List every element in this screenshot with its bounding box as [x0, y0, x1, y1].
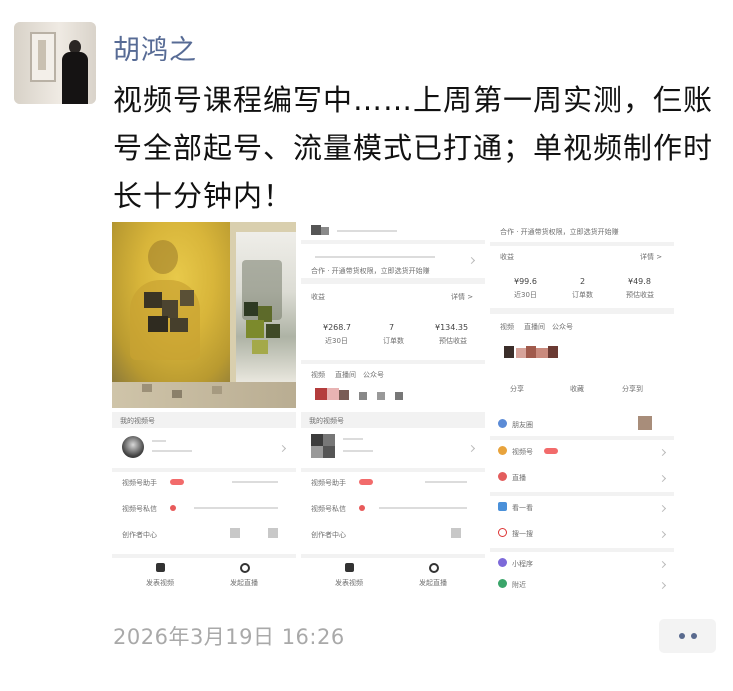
menu-item[interactable]: 朋友圈 [512, 420, 533, 430]
post-video-button[interactable]: 发表视频 [335, 578, 363, 588]
new-badge [170, 479, 184, 485]
details-link[interactable]: 详情 > [451, 292, 473, 302]
live-icon[interactable] [429, 563, 439, 573]
start-live-button[interactable]: 发起直播 [230, 578, 258, 588]
row-label[interactable]: 视频号私信 [122, 504, 157, 514]
camera-icon[interactable] [156, 563, 165, 572]
panel-header: 我的视频号 [120, 417, 155, 425]
unread-dot [170, 505, 176, 511]
details-link[interactable]: 详情 > [640, 252, 662, 262]
section-title: 收益 [311, 293, 325, 301]
stat-label: 近30日 [514, 291, 537, 299]
post-text: 视频号课程编写中……上周第一周实测，仨账号全部起号、流量模式已打通；单视频制作时… [113, 83, 714, 213]
stat-value: ¥49.8 [628, 277, 651, 286]
grid-image-6[interactable]: 朋友圈 视频号 直播 看一看 搜一搜 小程序 附近 [490, 412, 674, 597]
tab-video[interactable]: 视频 [500, 322, 514, 332]
grid-image-4[interactable]: 我的视频号 视频号助手 视频号私信 创作者中心 发表视频 发起直播 [112, 412, 296, 597]
tab-account[interactable]: 公众号 [363, 370, 384, 380]
tab-live[interactable]: 直播间 [335, 370, 356, 380]
menu-item[interactable]: 直播 [512, 473, 526, 483]
banner-text: 合作 · 开通带货权限，立即选货开始赚 [500, 228, 619, 236]
stat-label: 预估收益 [626, 291, 654, 299]
mosaic-blur [638, 416, 652, 430]
post-timestamp: 2026年3月19日 16:26 [113, 625, 345, 649]
profile-avatar[interactable] [122, 436, 144, 458]
stat-value: ¥268.7 [323, 323, 351, 332]
row-label[interactable]: 视频号私信 [311, 504, 346, 514]
more-button[interactable] [659, 619, 716, 653]
nearby-icon [498, 579, 507, 588]
menu-item[interactable]: 看一看 [512, 503, 533, 513]
panel-header: 我的视频号 [309, 417, 344, 425]
camera-icon[interactable] [345, 563, 354, 572]
menu-item[interactable]: 附近 [512, 580, 526, 590]
stat-value: 2 [580, 277, 586, 286]
row-label[interactable]: 创作者中心 [122, 530, 157, 540]
menu-item[interactable]: 小程序 [512, 559, 533, 569]
author-avatar[interactable] [14, 22, 96, 104]
stat-value: ¥134.35 [435, 323, 469, 332]
avatar-person [62, 40, 88, 104]
grid-image-3[interactable]: 合作 · 开通带货权限，立即选货开始赚 收益 详情 > ¥99.6 近30日 2… [490, 222, 674, 408]
section-title: 收益 [500, 253, 514, 261]
look-icon [498, 502, 507, 511]
grid-image-1[interactable] [112, 222, 296, 408]
unread-dot [359, 505, 365, 511]
more-dots-icon [690, 633, 697, 639]
menu-item[interactable]: 视频号 [512, 447, 533, 457]
banner-text: 合作 · 开通带货权限，立即选货开始赚 [311, 267, 430, 275]
stat-label: 订单数 [383, 337, 404, 345]
more-dots-icon [678, 633, 685, 639]
new-badge [359, 479, 373, 485]
grid-image-2[interactable]: 合作 · 开通带货权限，立即选货开始赚 收益 详情 > ¥268.7 近30日 … [301, 222, 485, 408]
tab-video[interactable]: 视频 [311, 370, 325, 380]
stat-value: ¥99.6 [514, 277, 537, 286]
new-badge [544, 448, 558, 454]
menu-item[interactable]: 搜一搜 [512, 529, 533, 539]
start-live-button[interactable]: 发起直播 [419, 578, 447, 588]
avatar-painting [30, 32, 56, 82]
image-grid: 合作 · 开通带货权限，立即选货开始赚 收益 详情 > ¥268.7 近30日 … [112, 222, 674, 597]
moments-icon [498, 419, 507, 428]
stat-label: 订单数 [572, 291, 593, 299]
search-icon [498, 528, 507, 537]
mini-program-icon [498, 558, 507, 567]
action-share-to[interactable]: 分享到 [622, 384, 643, 394]
row-label[interactable]: 视频号助手 [311, 478, 346, 488]
tab-live[interactable]: 直播间 [524, 322, 545, 332]
stat-value: 7 [389, 323, 395, 332]
row-label[interactable]: 创作者中心 [311, 530, 346, 540]
post-video-button[interactable]: 发表视频 [146, 578, 174, 588]
author-name[interactable]: 胡鸿之 [113, 28, 197, 67]
grid-image-5[interactable]: 我的视频号 视频号助手 视频号私信 创作者中心 发表视频 发起直播 [301, 412, 485, 597]
live-icon [498, 472, 507, 481]
live-icon[interactable] [240, 563, 250, 573]
action-favorite[interactable]: 收藏 [570, 384, 584, 394]
action-share[interactable]: 分享 [510, 384, 524, 394]
tab-account[interactable]: 公众号 [552, 322, 573, 332]
stat-label: 近30日 [325, 337, 348, 345]
stat-label: 预估收益 [439, 337, 467, 345]
channels-icon [498, 446, 507, 455]
row-label[interactable]: 视频号助手 [122, 478, 157, 488]
